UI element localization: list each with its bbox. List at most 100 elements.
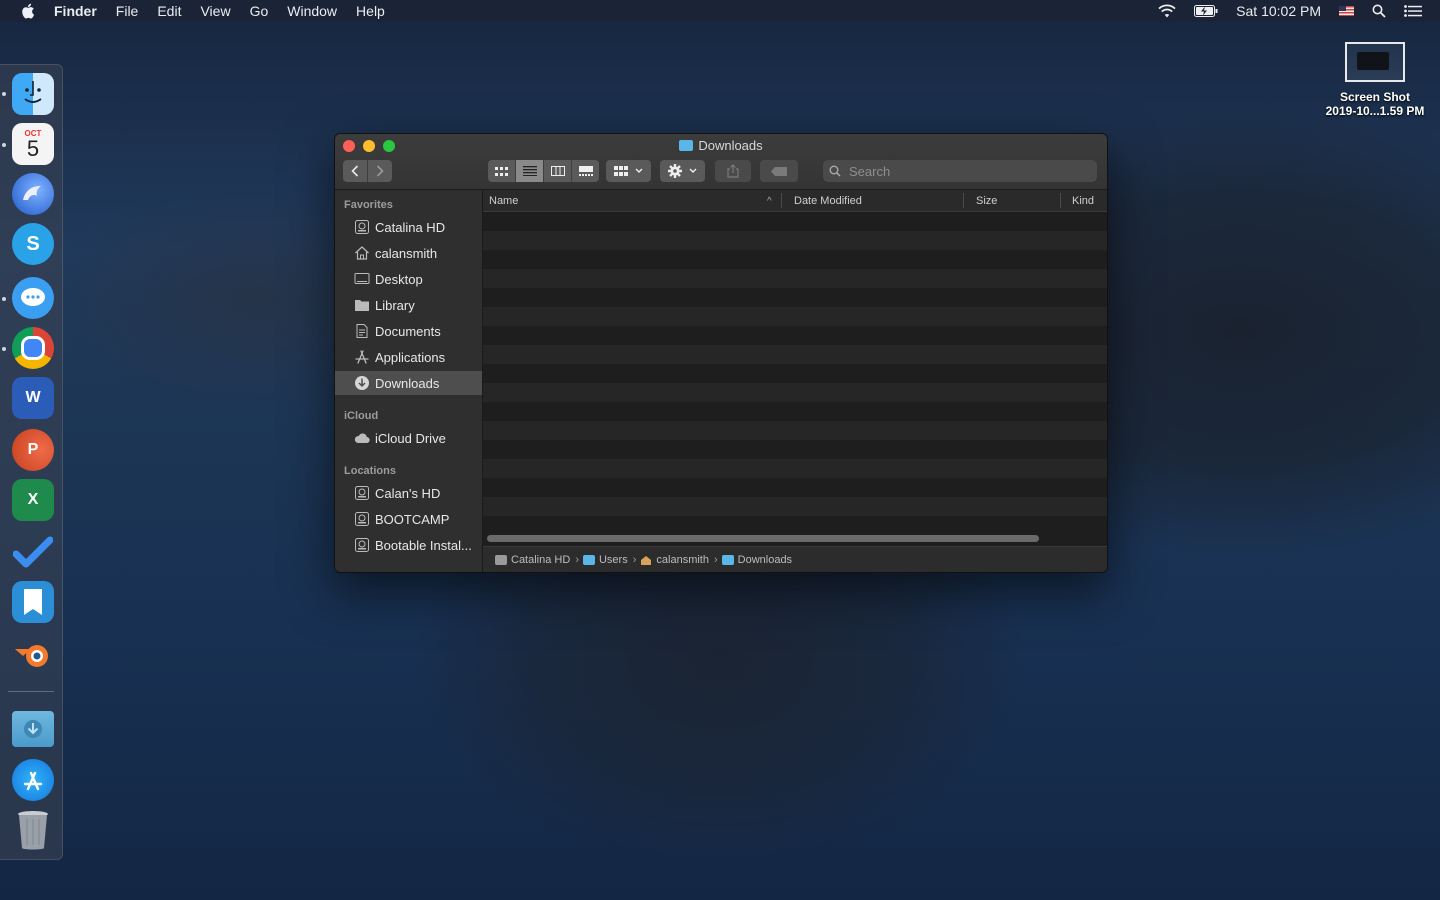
menu-help[interactable]: Help bbox=[356, 3, 385, 19]
wifi-icon[interactable] bbox=[1158, 4, 1176, 18]
menu-window[interactable]: Window bbox=[287, 3, 337, 19]
path-item-users[interactable]: Users › bbox=[582, 554, 636, 566]
back-button[interactable] bbox=[343, 160, 368, 182]
sidebar-item-label: Applications bbox=[375, 349, 446, 365]
dock-kindle-icon[interactable] bbox=[12, 581, 54, 623]
empty-row bbox=[483, 459, 1107, 478]
sidebar-item-catalina-hd[interactable]: Catalina HD bbox=[335, 215, 482, 239]
dock-trash-icon[interactable] bbox=[12, 809, 54, 851]
sidebar-item-desktop[interactable]: Desktop bbox=[335, 267, 482, 291]
sidebar-item-label: Bootable Instal... bbox=[375, 537, 472, 553]
apple-menu-icon[interactable] bbox=[20, 3, 35, 19]
dock-finder-icon[interactable] bbox=[12, 73, 54, 115]
empty-row bbox=[483, 288, 1107, 307]
column-divider[interactable] bbox=[963, 193, 964, 208]
sidebar-item-bootcamp[interactable]: BOOTCAMP bbox=[335, 507, 482, 531]
dock-powerpoint-icon[interactable]: P bbox=[12, 429, 54, 471]
running-indicator bbox=[2, 143, 6, 147]
sidebar-item-icloud-drive[interactable]: iCloud Drive bbox=[335, 426, 482, 450]
dock-chrome-icon[interactable] bbox=[12, 327, 54, 369]
flag-icon[interactable] bbox=[1339, 6, 1354, 16]
menu-go[interactable]: Go bbox=[250, 3, 269, 19]
path-item-downloads[interactable]: Downloads bbox=[721, 554, 792, 566]
sidebar: Favorites Catalina HD calansmith Desktop… bbox=[335, 190, 483, 572]
menu-view[interactable]: View bbox=[200, 3, 230, 19]
folder-icon bbox=[721, 555, 734, 565]
icon-view-button[interactable] bbox=[488, 160, 516, 182]
sidebar-item-label: Library bbox=[375, 297, 415, 313]
column-view-button[interactable] bbox=[544, 160, 572, 182]
dock-blender-icon[interactable] bbox=[12, 633, 54, 675]
share-button[interactable] bbox=[715, 160, 751, 182]
file-list-rows[interactable] bbox=[483, 212, 1107, 532]
empty-row bbox=[483, 212, 1107, 231]
powerpoint-letter: P bbox=[27, 441, 39, 458]
view-mode-control bbox=[488, 160, 599, 182]
path-item-catalina-hd[interactable]: Catalina HD › bbox=[495, 554, 579, 566]
sidebar-section-favorites: Favorites bbox=[344, 199, 393, 211]
menu-file[interactable]: File bbox=[116, 3, 139, 19]
chevron-down-icon bbox=[689, 168, 697, 173]
empty-row bbox=[483, 478, 1107, 497]
sidebar-item-library[interactable]: Library bbox=[335, 293, 482, 317]
notification-center-icon[interactable] bbox=[1404, 5, 1422, 17]
sidebar-item-downloads[interactable]: Downloads bbox=[335, 371, 482, 395]
empty-row bbox=[483, 307, 1107, 326]
menu-finder[interactable]: Finder bbox=[54, 3, 97, 19]
sidebar-item-label: Catalina HD bbox=[375, 219, 446, 235]
forward-button[interactable] bbox=[368, 160, 392, 182]
sidebar-item-documents[interactable]: Documents bbox=[335, 319, 482, 343]
sidebar-item-label: Calan's HD bbox=[375, 485, 441, 501]
path-item-calansmith[interactable]: calansmith › bbox=[640, 554, 718, 566]
column-divider[interactable] bbox=[1060, 193, 1061, 208]
dock-calendar-icon[interactable]: OCT 5 bbox=[12, 123, 54, 165]
menu-edit[interactable]: Edit bbox=[157, 3, 181, 19]
column-date-modified[interactable]: Date Modified bbox=[794, 195, 862, 207]
column-name[interactable]: Name bbox=[489, 195, 518, 207]
dock-todo-icon[interactable] bbox=[12, 531, 54, 573]
group-grid-icon bbox=[614, 166, 628, 176]
battery-icon[interactable] bbox=[1194, 5, 1218, 17]
list-view-button[interactable] bbox=[516, 160, 544, 182]
group-button[interactable] bbox=[606, 160, 651, 182]
dock-thunderbird-icon[interactable] bbox=[12, 173, 54, 215]
sidebar-item-label: Downloads bbox=[375, 375, 440, 391]
horizontal-scrollbar[interactable] bbox=[487, 535, 1039, 542]
dock-messenger-icon[interactable] bbox=[12, 277, 54, 319]
search-field[interactable] bbox=[823, 160, 1097, 182]
sidebar-item-label: Desktop bbox=[375, 271, 423, 287]
empty-row bbox=[483, 231, 1107, 250]
dock-excel-icon[interactable]: X bbox=[12, 479, 54, 521]
sidebar-item-calansmith[interactable]: calansmith bbox=[335, 241, 482, 265]
column-size[interactable]: Size bbox=[976, 195, 997, 207]
hard-drive-icon bbox=[355, 512, 369, 526]
search-input[interactable] bbox=[847, 162, 1081, 180]
column-divider[interactable] bbox=[781, 193, 782, 208]
path-separator: › bbox=[713, 554, 718, 566]
folder-icon bbox=[679, 140, 694, 151]
search-icon bbox=[829, 165, 841, 177]
window-toolbar: Downloads bbox=[335, 134, 1107, 190]
dock-app-store-icon[interactable] bbox=[12, 759, 54, 801]
sort-ascending-icon[interactable]: ^ bbox=[767, 196, 772, 207]
sidebar-item-calans-hd[interactable]: Calan's HD bbox=[335, 481, 482, 505]
running-indicator bbox=[2, 92, 6, 96]
document-icon bbox=[356, 324, 368, 338]
dock-skype-icon[interactable]: S bbox=[12, 223, 54, 265]
tags-button[interactable] bbox=[760, 160, 798, 182]
gallery-view-button[interactable] bbox=[572, 160, 599, 182]
menubar-clock[interactable]: Sat 10:02 PM bbox=[1236, 3, 1321, 19]
folder-icon bbox=[582, 555, 595, 565]
column-kind[interactable]: Kind bbox=[1072, 195, 1094, 207]
download-icon bbox=[355, 376, 369, 390]
columns-icon bbox=[550, 166, 565, 176]
folder-icon bbox=[355, 300, 369, 311]
spotlight-icon[interactable] bbox=[1372, 4, 1386, 18]
sidebar-item-applications[interactable]: Applications bbox=[335, 345, 482, 369]
hard-drive-icon bbox=[355, 486, 369, 500]
action-button[interactable] bbox=[660, 160, 705, 182]
dock-downloads-folder-icon[interactable] bbox=[12, 711, 54, 747]
sidebar-item-bootable-installer[interactable]: Bootable Instal... bbox=[335, 533, 482, 557]
dock-word-icon[interactable]: W bbox=[12, 377, 54, 419]
desktop-file-screenshot[interactable]: Screen Shot 2019-10...1.59 PM bbox=[1310, 42, 1440, 118]
